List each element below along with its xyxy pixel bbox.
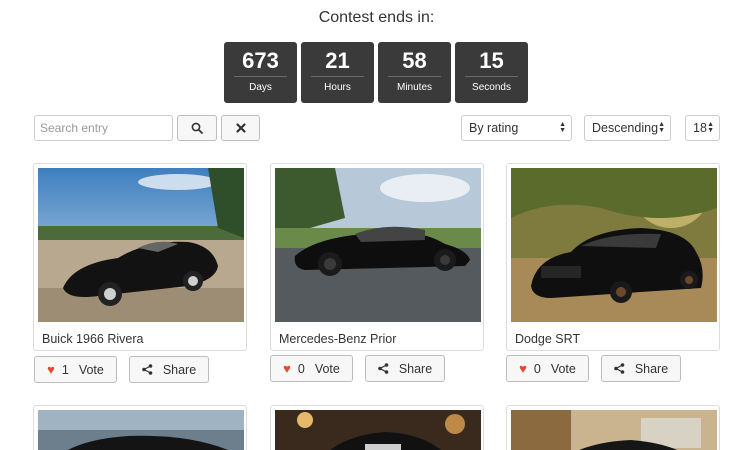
entry-card xyxy=(270,405,484,450)
per-page-select[interactable]: 18 ▲ ▼ xyxy=(685,115,720,141)
select-arrows-icon: ▲ ▼ xyxy=(658,121,665,134)
countdown-label: Hours xyxy=(324,82,351,93)
countdown-value: 15 xyxy=(479,48,504,73)
share-button[interactable]: Share xyxy=(601,355,681,382)
entry-name: Buick 1966 Rivera xyxy=(42,332,144,346)
divider xyxy=(311,76,364,77)
countdown-timer: 673 Days 21 Hours 58 Minutes 15 Seconds xyxy=(224,42,528,103)
select-arrows-icon: ▲ ▼ xyxy=(707,121,714,134)
entry-photo[interactable] xyxy=(275,410,481,450)
share-icon xyxy=(378,363,389,374)
vote-label: Vote xyxy=(78,362,104,377)
countdown-hours: 21 Hours xyxy=(301,42,374,103)
entry-card: Dodge SRT xyxy=(506,163,720,351)
share-button[interactable]: Share xyxy=(365,355,445,382)
entry-photo[interactable] xyxy=(511,410,717,450)
entry-photo[interactable] xyxy=(511,168,717,322)
heart-icon: ♥ xyxy=(519,361,527,376)
countdown-seconds: 15 Seconds xyxy=(455,42,528,103)
search-input[interactable] xyxy=(34,115,173,141)
share-button[interactable]: Share xyxy=(129,356,209,383)
vote-label: Vote xyxy=(314,361,340,376)
vote-button[interactable]: ♥ 0 Vote xyxy=(270,355,353,382)
entry-card xyxy=(33,405,247,450)
vote-button[interactable]: ♥ 1 Vote xyxy=(34,356,117,383)
clear-search-button[interactable] xyxy=(221,115,260,141)
entry-name: Mercedes-Benz Prior xyxy=(279,332,397,346)
vote-count: 0 xyxy=(297,361,305,376)
divider xyxy=(388,76,441,77)
heart-icon: ♥ xyxy=(283,361,291,376)
entry-photo[interactable] xyxy=(275,168,481,322)
entry-photo[interactable] xyxy=(38,410,244,450)
share-icon xyxy=(614,363,625,374)
countdown-value: 58 xyxy=(402,48,427,73)
share-label: Share xyxy=(398,361,433,376)
entry-photo[interactable] xyxy=(38,168,244,322)
entry-name: Dodge SRT xyxy=(515,332,581,346)
search-icon xyxy=(191,122,203,134)
sort-order-select[interactable]: Descending ▲ ▼ xyxy=(584,115,671,141)
countdown-value: 21 xyxy=(325,48,350,73)
sort-by-select[interactable]: By rating ▲ ▼ xyxy=(461,115,572,141)
countdown-minutes: 58 Minutes xyxy=(378,42,451,103)
entry-card: Buick 1966 Rivera xyxy=(33,163,247,351)
divider xyxy=(465,76,518,77)
share-label: Share xyxy=(634,361,669,376)
search-button[interactable] xyxy=(177,115,217,141)
share-icon xyxy=(142,364,153,375)
vote-count: 1 xyxy=(61,362,69,377)
per-page-value: 18 xyxy=(693,121,707,135)
sort-order-value: Descending xyxy=(592,121,659,135)
divider xyxy=(234,76,287,77)
countdown-label: Days xyxy=(249,82,272,93)
heart-icon: ♥ xyxy=(47,362,55,377)
vote-label: Vote xyxy=(550,361,576,376)
select-arrows-icon: ▲ ▼ xyxy=(559,121,566,134)
vote-count: 0 xyxy=(533,361,541,376)
contest-title: Contest ends in: xyxy=(318,9,435,26)
entry-card xyxy=(506,405,720,450)
countdown-days: 673 Days xyxy=(224,42,297,103)
countdown-label: Minutes xyxy=(396,82,432,93)
share-label: Share xyxy=(162,362,197,377)
countdown-label: Seconds xyxy=(472,82,511,93)
countdown-value: 673 xyxy=(242,48,279,73)
entry-card: Mercedes-Benz Prior xyxy=(270,163,484,351)
sort-by-value: By rating xyxy=(469,121,519,135)
close-icon xyxy=(235,123,246,133)
vote-button[interactable]: ♥ 0 Vote xyxy=(506,355,589,382)
